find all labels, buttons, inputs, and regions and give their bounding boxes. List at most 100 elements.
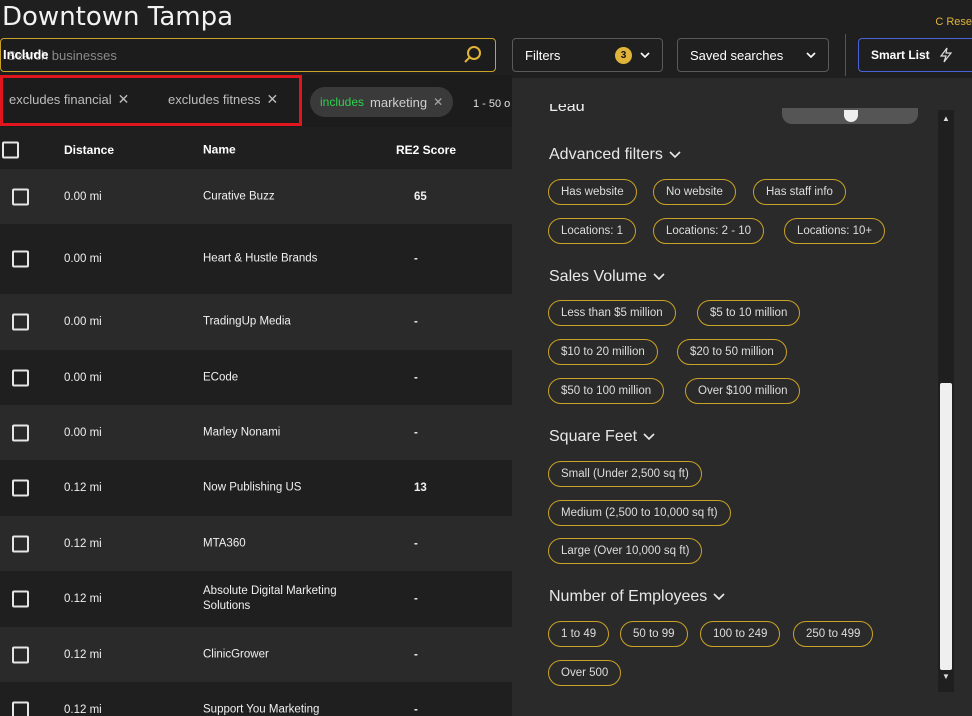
row-checkbox[interactable] [12,250,29,268]
section-sales-volume[interactable]: Sales Volume [549,268,665,286]
table-row[interactable]: 0.12 mi Absolute Digital Marketing Solut… [0,571,512,627]
section-title: Sales Volume [549,268,647,285]
pill-has-website[interactable]: Has website [548,179,637,205]
row-name[interactable]: Curative Buzz [203,189,353,204]
row-score: - [414,593,418,605]
pill-emp-1-49[interactable]: 1 to 49 [548,621,610,647]
row-name[interactable]: Support You Marketing [203,702,353,716]
row-checkbox[interactable] [12,424,29,441]
chip-include-marketing[interactable]: includes marketing ✕ [310,87,454,117]
pill-emp-250-499[interactable]: 250 to 499 [793,621,874,647]
chip-exclude-fitness[interactable]: excludes fitness ✕ [168,91,278,108]
pill-emp-100-249[interactable]: 100 to 249 [700,621,781,647]
table-row[interactable]: 0.00 mi Marley Nonami - [0,405,512,460]
pill-sales-10-20[interactable]: $10 to 20 million [548,339,658,365]
row-checkbox[interactable] [12,646,29,663]
header-score[interactable]: RE2 Score [396,143,456,157]
table-row[interactable]: 0.12 mi Now Publishing US 13 [0,460,512,516]
row-name[interactable]: MTA360 [203,536,353,551]
row-checkbox[interactable] [12,479,29,497]
row-score: - [414,371,418,384]
header-distance[interactable]: Distance [64,143,114,157]
search-icon[interactable] [463,45,483,65]
row-distance: 0.12 mi [64,593,102,605]
chip-include-keyword: includes [320,95,365,109]
filters-button[interactable]: Filters 3 [512,38,663,72]
row-score: - [414,537,418,550]
row-distance: 0.12 mi [64,537,102,550]
pill-emp-50-99[interactable]: 50 to 99 [620,621,688,647]
scroll-up-arrow[interactable]: ▲ [940,114,952,126]
row-score: 13 [414,482,427,494]
pill-locations-2-10[interactable]: Locations: 2 - 10 [653,218,765,244]
chevron-down-icon [653,273,665,281]
filter-chips-row: excludes financial ✕ excludes fitness ✕ … [0,75,512,127]
row-score: - [414,426,418,439]
chevron-down-icon [806,52,816,59]
saved-searches-button[interactable]: Saved searches [677,38,829,72]
pill-sqft-small[interactable]: Small (Under 2,500 sq ft) [548,461,702,487]
lightning-icon [939,47,952,63]
pill-emp-over500[interactable]: Over 500 [548,660,622,686]
filters-count-badge: 3 [615,46,632,64]
row-checkbox[interactable] [12,188,29,205]
row-name[interactable]: Absolute Digital Marketing Solutions [203,584,353,614]
section-square-feet[interactable]: Square Feet [549,428,655,446]
results-count: 1 - 50 o [473,98,511,110]
table-row[interactable]: 0.00 mi Curative Buzz 65 [0,169,512,224]
pill-has-staff-info[interactable]: Has staff info [753,179,846,205]
row-name[interactable]: Now Publishing US [203,481,353,496]
pill-sales-over100[interactable]: Over $100 million [685,378,801,404]
results-table: Distance Name RE2 Score 0.00 mi Curative… [0,131,512,716]
table-row[interactable]: 0.12 mi ClinicGrower - [0,627,512,682]
pill-no-website[interactable]: No website [653,179,736,205]
pill-sqft-large[interactable]: Large (Over 10,000 sq ft) [548,538,703,564]
header-name[interactable]: Name [203,143,353,158]
row-checkbox[interactable] [12,701,29,716]
row-score: - [414,703,418,716]
table-row[interactable]: 0.00 mi TradingUp Media - [0,294,512,350]
section-title: Square Feet [549,428,638,445]
section-title: Number of Employees [549,588,708,605]
select-all-checkbox[interactable] [2,141,19,159]
row-checkbox[interactable] [12,313,29,331]
table-row[interactable]: 0.12 mi Support You Marketing - [0,682,512,716]
pill-sales-20-50[interactable]: $20 to 50 million [677,339,787,365]
search-bar[interactable]: Search businesses Include [0,38,496,72]
section-number-of-employees[interactable]: Number of Employees [549,588,725,606]
row-name[interactable]: ECode [203,370,353,385]
chevron-down-icon [713,593,725,601]
row-name[interactable]: Marley Nonami [203,425,353,440]
row-checkbox[interactable] [12,535,29,552]
row-name[interactable]: ClinicGrower [203,647,353,662]
table-row[interactable]: 0.12 mi MTA360 - [0,516,512,571]
row-distance: 0.12 mi [64,703,102,716]
section-advanced-filters[interactable]: Advanced filters [549,146,681,164]
pill-sales-5-10[interactable]: $5 to 10 million [697,300,801,326]
chip-exclude-financial[interactable]: excludes financial ✕ [9,91,129,108]
row-name[interactable]: TradingUp Media [203,315,353,330]
close-icon[interactable]: ✕ [433,95,443,109]
scrollbar-thumb[interactable] [940,383,952,670]
chip-include-value: marketing [370,94,428,110]
smart-list-button[interactable]: Smart List [858,38,972,72]
row-distance: 0.00 mi [64,426,102,439]
pill-sqft-medium[interactable]: Medium (2,500 to 10,000 sq ft) [548,500,731,526]
table-row[interactable]: 0.00 mi Heart & Hustle Brands - [0,224,512,294]
close-icon[interactable]: ✕ [267,91,279,108]
row-checkbox[interactable] [12,590,29,608]
chip-label: excludes financial [9,92,112,107]
pill-sales-lt5[interactable]: Less than $5 million [548,300,676,326]
reset-link[interactable]: C Rese [935,16,972,28]
pill-sales-50-100[interactable]: $50 to 100 million [548,378,665,404]
row-checkbox[interactable] [12,369,29,386]
pill-locations-10plus[interactable]: Locations: 10+ [784,218,886,244]
search-include-prefix: Include [3,47,49,62]
row-distance: 0.00 mi [64,371,102,384]
close-icon[interactable]: ✕ [118,91,130,108]
table-row[interactable]: 0.00 mi ECode - [0,350,512,405]
pill-locations-1[interactable]: Locations: 1 [548,218,637,244]
row-distance: 0.00 mi [64,253,102,265]
row-name[interactable]: Heart & Hustle Brands [203,252,353,267]
scroll-down-arrow[interactable]: ▼ [940,672,952,684]
